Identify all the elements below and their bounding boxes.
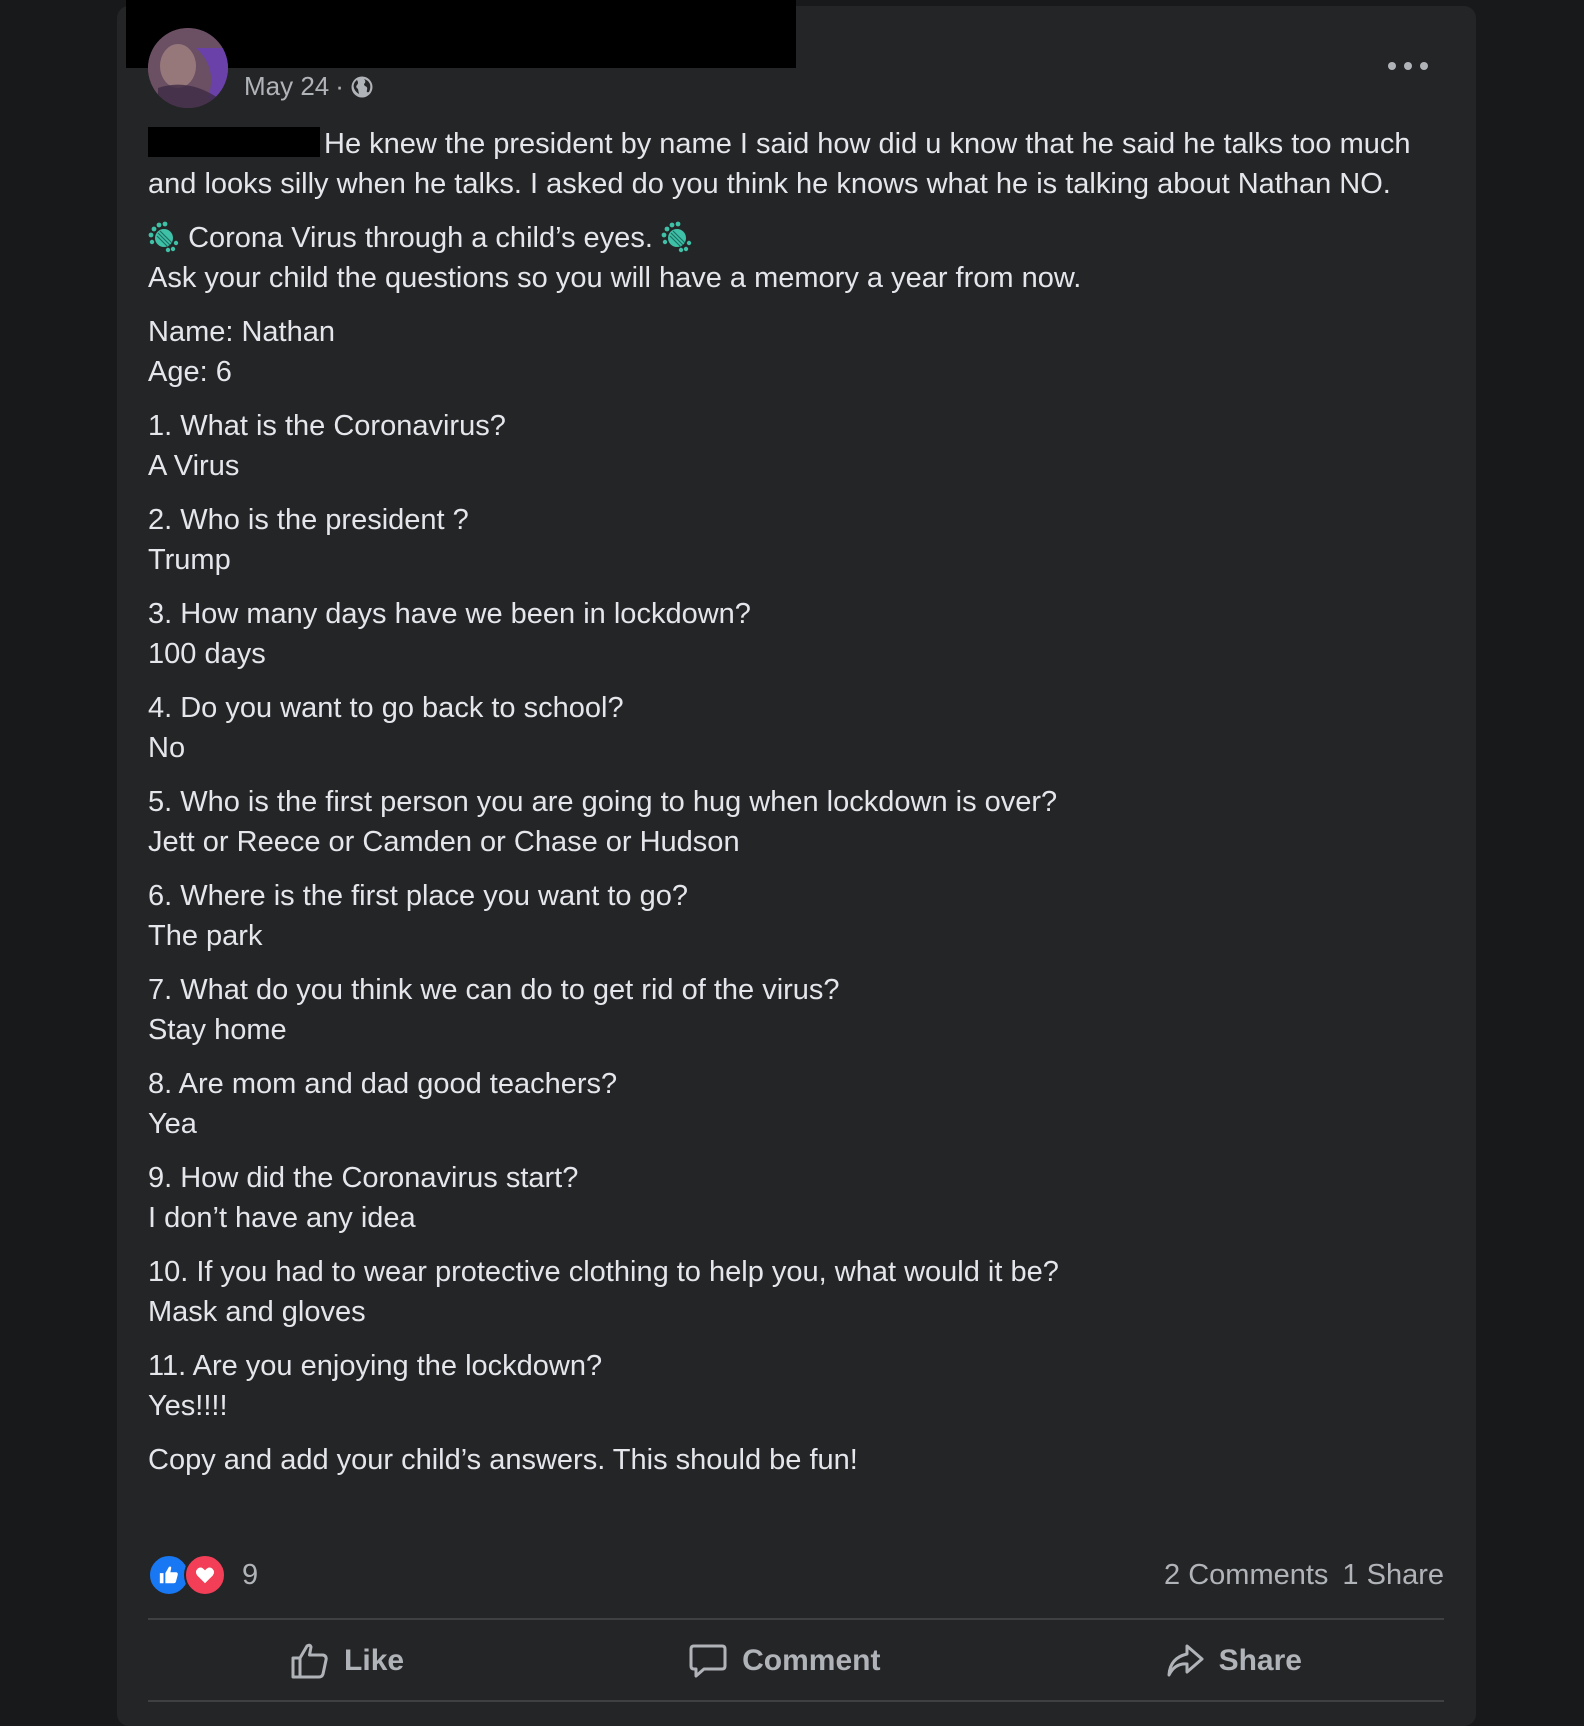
question-text: 2. Who is the president ? [148,504,469,536]
answer-text: Yes!!!! [148,1390,228,1422]
answer-text: Trump [148,544,231,576]
post-title: Corona Virus through a child’s eyes. [188,222,653,254]
post-stats: 9 2 Comments 1 Share [148,1552,1444,1598]
intro-paragraph: He knew the president by name I said how… [148,124,1448,204]
divider [148,1618,1444,1620]
comment-bubble-icon [689,1644,727,1678]
question-text: 1. What is the Coronavirus? [148,410,506,442]
comments-count-link[interactable]: 2 Comments [1164,1559,1328,1592]
qa-list: 1. What is the Coronavirus? A Virus 2. Who… [148,406,1448,1426]
answer-text: The park [148,920,263,952]
qa-item: 8. Are mom and dad good teachers? Yea [148,1064,1448,1144]
reaction-count: 9 [242,1558,259,1591]
qa-item: 10. If you had to wear protective clothi… [148,1252,1448,1332]
question-text: 8. Are mom and dad good teachers? [148,1068,618,1100]
heart-icon [195,1567,215,1584]
qa-item: 2. Who is the president ? Trump [148,500,1448,580]
qa-item: 11. Are you enjoying the lockdown? Yes!!!… [148,1346,1448,1426]
child-age: Age: 6 [148,356,232,388]
thumbs-up-outline-icon [291,1643,328,1679]
love-reaction-icon [184,1554,226,1596]
share-button[interactable]: Share [1165,1641,1302,1681]
child-name: Name: Nathan [148,316,335,348]
qa-item: 6. Where is the first place you want to … [148,876,1448,956]
answer-text: Jett or Reece or Camden or Chase or Huds… [148,826,740,858]
intro-text: He knew the president by name I said how… [148,128,1411,200]
post-subtitle: Ask your child the questions so you will… [148,262,1082,294]
question-text: 10. If you had to wear protective clothi… [148,1256,1059,1288]
dot-icon [1404,62,1412,70]
question-text: 5. Who is the first person you are going… [148,786,1058,818]
share-label: Share [1218,1644,1302,1677]
answer-text: Mask and gloves [148,1296,366,1328]
author-avatar[interactable] [148,28,228,108]
outro-paragraph: Copy and add your child’s answers. This … [148,1444,858,1476]
comment-label: Comment [742,1644,881,1677]
shares-count-link[interactable]: 1 Share [1342,1559,1444,1592]
question-text: 7. What do you think we can do to get ri… [148,974,840,1006]
answer-text: A Virus [148,450,240,482]
like-label: Like [344,1644,405,1677]
qa-item: 1. What is the Coronavirus? A Virus [148,406,1448,486]
redacted-mention [148,127,320,157]
stats-right: 2 Comments 1 Share [1164,1559,1444,1592]
globe-icon [351,76,373,97]
reactions-summary[interactable]: 9 [148,1554,258,1596]
question-text: 9. How did the Coronavirus start? [148,1162,579,1194]
question-text: 3. How many days have we been in lockdow… [148,598,751,630]
question-text: 4. Do you want to go back to school? [148,692,624,724]
virus-icon [148,221,179,253]
virus-icon [661,221,692,253]
answer-text: Stay home [148,1014,287,1046]
divider [148,1700,1444,1702]
share-arrow-icon [1167,1644,1204,1677]
answer-text: I don’t have any idea [148,1202,416,1234]
meta-separator: · [335,71,344,101]
answer-text: 100 days [148,638,266,670]
qa-item: 9. How did the Coronavirus start? I don’t… [148,1158,1448,1238]
child-info: Name: Nathan Age: 6 [148,312,1448,392]
qa-item: 5. Who is the first person you are going… [148,782,1448,862]
action-bar: Like Comment Share [148,1622,1444,1700]
post-date[interactable]: May 24 [244,71,329,102]
answer-text: Yea [148,1108,197,1140]
post-meta: May 24 · [244,71,374,102]
qa-item: 4. Do you want to go back to school? No [148,688,1448,768]
post-body: He knew the president by name I said how… [148,124,1448,1494]
question-text: 11. Are you enjoying the lockdown? [148,1350,603,1382]
comment-button[interactable]: Comment [688,1641,880,1681]
qa-item: 3. How many days have we been in lockdow… [148,594,1448,674]
qa-item: 7. What do you think we can do to get ri… [148,970,1448,1050]
thumbs-up-icon [159,1566,178,1584]
avatar-image [148,28,228,108]
answer-text: No [148,732,186,764]
dot-icon [1420,62,1428,70]
title-paragraph: Corona Virus through a child’s eyes. Ask… [148,218,1448,298]
question-text: 6. Where is the first place you want to … [148,880,688,912]
like-button[interactable]: Like [290,1641,404,1681]
more-options-button[interactable] [1388,52,1428,80]
dot-icon [1388,62,1396,70]
